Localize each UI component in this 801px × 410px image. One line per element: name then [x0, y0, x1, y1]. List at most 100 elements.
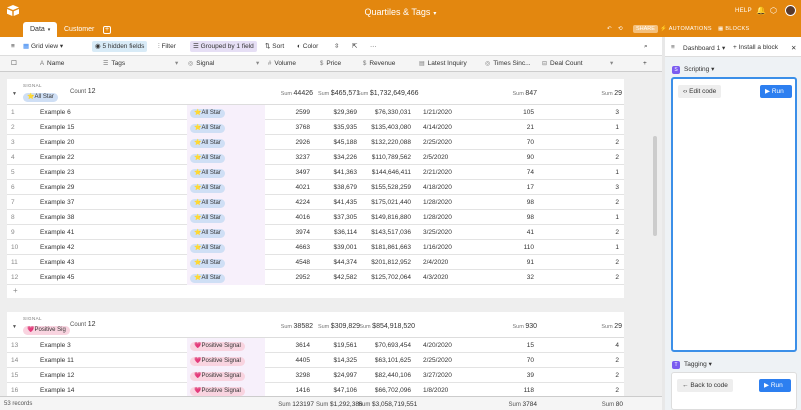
cell-price[interactable]: $29,369 — [315, 105, 360, 120]
filter-button[interactable]: ⫶ Filter — [155, 41, 179, 52]
blocks-button[interactable]: ▦ BLOCKS — [718, 26, 749, 32]
cell-deals[interactable]: 2 — [542, 353, 622, 368]
cell-name[interactable]: Example 11 — [40, 353, 105, 368]
dashboard-switcher[interactable]: Dashboard 1 ▾ — [683, 44, 725, 52]
cell-price[interactable]: $41,435 — [315, 195, 360, 210]
cell-date[interactable]: 2/4/2020 — [420, 255, 480, 270]
scripting-block[interactable]: ‹› Edit code ▶ Run — [671, 77, 797, 352]
cell-date[interactable]: 1/28/2020 — [420, 195, 480, 210]
table-row[interactable]: 2 Example 15 ⭐All Star 3768 $35,935 $135,403,… — [7, 120, 624, 135]
column-header-latest-inquiry[interactable]: ▤ Latest Inquiry — [419, 56, 481, 72]
cell-times[interactable]: 70 — [485, 135, 537, 150]
cell-deals[interactable]: 3 — [542, 180, 622, 195]
table-row[interactable]: 9 Example 41 ⭐All Star 3974 $36,114 $143,517,… — [7, 225, 624, 240]
cell-price[interactable]: $24,997 — [315, 368, 360, 383]
cell-revenue[interactable]: $143,517,036 — [362, 225, 414, 240]
block-title-tagging[interactable]: T Tagging ▾ — [672, 360, 712, 369]
cell-price[interactable]: $42,582 — [315, 270, 360, 285]
cell-name[interactable]: Example 43 — [40, 255, 105, 270]
cell-num[interactable]: 8 — [11, 210, 29, 225]
select-all-checkbox[interactable]: ☐ — [11, 56, 17, 72]
cell-price[interactable]: $35,935 — [315, 120, 360, 135]
cell-name[interactable]: Example 29 — [40, 180, 105, 195]
cell-revenue[interactable]: $181,861,663 — [362, 240, 414, 255]
cell-signal[interactable]: ⭐All Star — [187, 270, 265, 285]
group-header[interactable]: ▼ SIGNAL ⭐All Star Count 12 Sum 44426 Sum $46… — [7, 79, 624, 105]
cell-signal[interactable]: ⭐All Star — [187, 165, 265, 180]
cell-name[interactable]: Example 23 — [40, 165, 105, 180]
cell-times[interactable]: 91 — [485, 255, 537, 270]
cell-date[interactable]: 2/5/2020 — [420, 150, 480, 165]
cell-name[interactable]: Example 41 — [40, 225, 105, 240]
column-header-volume[interactable]: # Volume — [268, 56, 314, 72]
cell-num[interactable]: 5 — [11, 165, 29, 180]
cell-volume[interactable]: 3614 — [267, 338, 313, 353]
cell-times[interactable]: 15 — [485, 338, 537, 353]
cell-signal[interactable]: ⭐All Star — [187, 195, 265, 210]
hidden-fields-button[interactable]: ◉ 5 hidden fields — [92, 41, 148, 52]
group-button[interactable]: ☰ Grouped by 1 field — [190, 41, 257, 52]
cell-volume[interactable]: 3768 — [267, 120, 313, 135]
cell-volume[interactable]: 4224 — [267, 195, 313, 210]
table-row[interactable]: 15 Example 12 💗Positive Signal 3298 $24,997 $… — [7, 368, 624, 383]
collapse-group-icon[interactable]: ▼ — [12, 91, 17, 97]
cell-deals[interactable]: 2 — [542, 195, 622, 210]
cell-date[interactable]: 1/28/2020 — [420, 210, 480, 225]
cell-times[interactable]: 74 — [485, 165, 537, 180]
row-height-icon[interactable]: ⇳ — [331, 41, 342, 52]
view-switcher[interactable]: ▦ Grid view ▾ — [20, 41, 66, 52]
column-header-deal-count[interactable]: ⊟ Deal Count ▾ — [542, 56, 620, 72]
cell-deals[interactable]: 1 — [542, 165, 622, 180]
add-field-icon[interactable]: + — [643, 56, 647, 72]
cell-deals[interactable]: 4 — [542, 338, 622, 353]
cell-times[interactable]: 21 — [485, 120, 537, 135]
cell-times[interactable]: 41 — [485, 225, 537, 240]
cell-date[interactable]: 2/25/2020 — [420, 353, 480, 368]
cell-volume[interactable]: 3237 — [267, 150, 313, 165]
cell-date[interactable]: 4/14/2020 — [420, 120, 480, 135]
cell-signal[interactable]: 💗Positive Signal — [187, 368, 265, 383]
bell-icon[interactable]: 🔔 — [756, 6, 766, 15]
column-header-tags[interactable]: ☰ Tags ▾ — [103, 56, 183, 72]
cell-name[interactable]: Example 45 — [40, 270, 105, 285]
cell-price[interactable]: $41,363 — [315, 165, 360, 180]
cell-deals[interactable]: 3 — [542, 105, 622, 120]
cell-signal[interactable]: ⭐All Star — [187, 255, 265, 270]
cell-deals[interactable]: 2 — [542, 225, 622, 240]
cell-revenue[interactable]: $132,220,088 — [362, 135, 414, 150]
cell-volume[interactable]: 2599 — [267, 105, 313, 120]
cell-num[interactable]: 3 — [11, 135, 29, 150]
table-row[interactable]: 11 Example 43 ⭐All Star 4548 $44,374 $201,812… — [7, 255, 624, 270]
cell-price[interactable]: $44,374 — [315, 255, 360, 270]
collapse-group-icon[interactable]: ▼ — [12, 324, 17, 330]
column-header-name[interactable]: A Name — [40, 56, 100, 72]
automations-button[interactable]: ⚡ AUTOMATIONS — [660, 26, 712, 32]
table-row[interactable]: 5 Example 23 ⭐All Star 3497 $41,363 $144,646,… — [7, 165, 624, 180]
cell-volume[interactable]: 3298 — [267, 368, 313, 383]
block-title-scripting[interactable]: S Scripting ▾ — [672, 65, 714, 74]
undo-icon[interactable]: ↶ — [607, 26, 612, 32]
cell-revenue[interactable]: $155,528,259 — [362, 180, 414, 195]
cell-revenue[interactable]: $144,646,411 — [362, 165, 414, 180]
table-row[interactable]: 1 Example 6 ⭐All Star 2599 $29,369 $76,330,03… — [7, 105, 624, 120]
cell-revenue[interactable]: $135,403,080 — [362, 120, 414, 135]
cell-times[interactable]: 90 — [485, 150, 537, 165]
table-row[interactable]: 8 Example 38 ⭐All Star 4016 $37,305 $149,816,… — [7, 210, 624, 225]
cell-revenue[interactable]: $149,816,880 — [362, 210, 414, 225]
cell-times[interactable]: 110 — [485, 240, 537, 255]
cell-deals[interactable]: 2 — [542, 255, 622, 270]
share-view-icon[interactable]: ⇱ — [349, 41, 360, 52]
cell-volume[interactable]: 2926 — [267, 135, 313, 150]
table-row[interactable]: 4 Example 22 ⭐All Star 3237 $34,226 $110,789,… — [7, 150, 624, 165]
cell-deals[interactable]: 2 — [542, 368, 622, 383]
column-header-times-since[interactable]: ◎ Times Sinc... — [485, 56, 537, 72]
add-table-icon[interactable]: + — [103, 26, 111, 34]
cell-num[interactable]: 12 — [11, 270, 29, 285]
tagging-block[interactable]: ← Back to code ▶ Run — [671, 372, 797, 410]
group-header[interactable]: ▼ SIGNAL 💗Positive Sig Count 12 Sum 38582 Sum… — [7, 312, 624, 338]
cell-volume[interactable]: 4663 — [267, 240, 313, 255]
column-header-signal[interactable]: ◎ Signal ▾ — [188, 56, 264, 72]
cell-num[interactable]: 4 — [11, 150, 29, 165]
search-icon[interactable]: ⌕ — [641, 41, 651, 52]
run-button[interactable]: ▶ Run — [760, 85, 792, 98]
